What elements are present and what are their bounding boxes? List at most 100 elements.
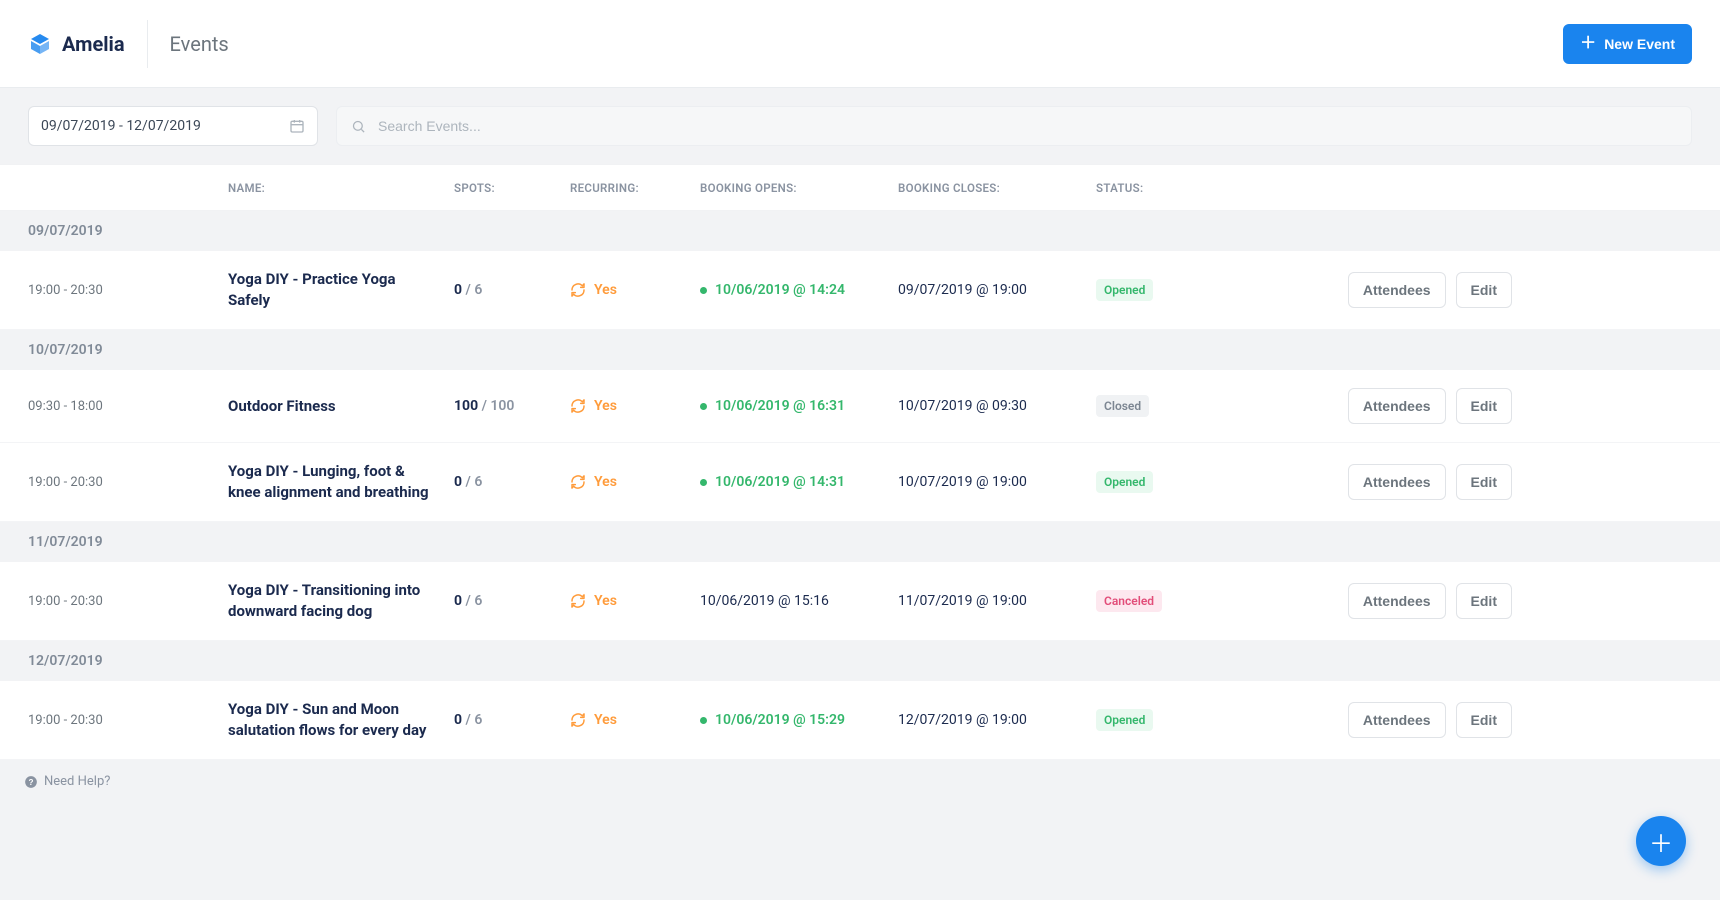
brand-name: Amelia	[62, 32, 125, 56]
event-status: Opened	[1096, 709, 1322, 731]
search-input-wrapper[interactable]	[336, 106, 1692, 146]
event-row[interactable]: 19:00 - 20:30Yoga DIY - Sun and Moon sal…	[0, 681, 1720, 760]
svg-text:?: ?	[29, 777, 34, 786]
live-dot-icon	[700, 479, 707, 486]
recurring-icon	[570, 282, 586, 298]
event-booking-opens: 10/06/2019 @ 16:31	[700, 398, 898, 414]
attendees-button[interactable]: Attendees	[1348, 388, 1446, 424]
event-status: Canceled	[1096, 590, 1322, 612]
edit-button[interactable]: Edit	[1456, 702, 1512, 738]
status-badge: Closed	[1096, 395, 1149, 417]
event-spots: 0 / 6	[454, 593, 570, 609]
status-badge: Opened	[1096, 279, 1153, 301]
plus-icon: ＋	[1580, 36, 1596, 52]
recurring-label: Yes	[594, 398, 617, 414]
event-row[interactable]: 19:00 - 20:30Yoga DIY - Transitioning in…	[0, 562, 1720, 641]
event-spots: 0 / 6	[454, 282, 570, 298]
col-spots: SPOTS:	[454, 181, 570, 195]
divider	[147, 20, 148, 68]
date-range-picker[interactable]: 09/07/2019 - 12/07/2019	[28, 106, 318, 146]
edit-button[interactable]: Edit	[1456, 388, 1512, 424]
event-time: 19:00 - 20:30	[28, 713, 228, 728]
date-group-header: 11/07/2019	[0, 522, 1720, 562]
date-group-header: 12/07/2019	[0, 641, 1720, 681]
new-event-button[interactable]: ＋ New Event	[1563, 24, 1692, 64]
recurring-icon	[570, 398, 586, 414]
need-help-link[interactable]: ? Need Help?	[0, 760, 1720, 789]
event-name: Yoga DIY - Practice Yoga Safely	[228, 269, 454, 311]
event-booking-opens: 10/06/2019 @ 15:16	[700, 593, 898, 609]
event-actions: Attendees Edit	[1322, 702, 1512, 738]
status-badge: Canceled	[1096, 590, 1162, 612]
event-time: 19:00 - 20:30	[28, 283, 228, 298]
date-range-value: 09/07/2019 - 12/07/2019	[41, 118, 201, 134]
col-booking-closes: BOOKING CLOSES:	[898, 181, 1096, 195]
search-input[interactable]	[376, 117, 1677, 135]
event-time: 19:00 - 20:30	[28, 594, 228, 609]
date-group-header: 09/07/2019	[0, 211, 1720, 251]
edit-button[interactable]: Edit	[1456, 583, 1512, 619]
event-recurring: Yes	[570, 593, 700, 609]
help-icon: ?	[24, 775, 38, 789]
event-status: Opened	[1096, 471, 1322, 493]
col-recurring: RECURRING:	[570, 181, 700, 195]
column-headers: NAME: SPOTS: RECURRING: BOOKING OPENS: B…	[0, 165, 1720, 211]
status-badge: Opened	[1096, 709, 1153, 731]
new-event-label: New Event	[1604, 36, 1675, 52]
event-name: Outdoor Fitness	[228, 396, 454, 417]
event-recurring: Yes	[570, 282, 700, 298]
event-booking-closes: 10/07/2019 @ 19:00	[898, 474, 1096, 490]
attendees-button[interactable]: Attendees	[1348, 272, 1446, 308]
event-booking-closes: 11/07/2019 @ 19:00	[898, 593, 1096, 609]
event-recurring: Yes	[570, 712, 700, 728]
calendar-icon	[289, 118, 305, 134]
event-spots: 0 / 6	[454, 712, 570, 728]
attendees-button[interactable]: Attendees	[1348, 702, 1446, 738]
edit-button[interactable]: Edit	[1456, 272, 1512, 308]
col-booking-opens: BOOKING OPENS:	[700, 181, 898, 195]
event-booking-opens: 10/06/2019 @ 14:31	[700, 474, 898, 490]
event-booking-closes: 10/07/2019 @ 09:30	[898, 398, 1096, 414]
event-booking-closes: 09/07/2019 @ 19:00	[898, 282, 1096, 298]
recurring-label: Yes	[594, 593, 617, 609]
edit-button[interactable]: Edit	[1456, 464, 1512, 500]
event-name: Yoga DIY - Transitioning into downward f…	[228, 580, 454, 622]
event-actions: Attendees Edit	[1322, 583, 1512, 619]
event-actions: Attendees Edit	[1322, 272, 1512, 308]
col-status: STATUS:	[1096, 181, 1322, 195]
event-time: 09:30 - 18:00	[28, 399, 228, 414]
live-dot-icon	[700, 403, 707, 410]
plus-icon: ＋	[1649, 824, 1673, 859]
event-status: Opened	[1096, 279, 1322, 301]
event-spots: 0 / 6	[454, 474, 570, 490]
page-title: Events	[170, 32, 229, 56]
need-help-label: Need Help?	[44, 774, 110, 789]
event-booking-opens: 10/06/2019 @ 15:29	[700, 712, 898, 728]
event-actions: Attendees Edit	[1322, 464, 1512, 500]
date-group-header: 10/07/2019	[0, 330, 1720, 370]
status-badge: Opened	[1096, 471, 1153, 493]
filters: 09/07/2019 - 12/07/2019	[0, 88, 1720, 164]
event-recurring: Yes	[570, 398, 700, 414]
event-name: Yoga DIY - Lunging, foot & knee alignmen…	[228, 461, 454, 503]
recurring-icon	[570, 593, 586, 609]
event-row[interactable]: 09:30 - 18:00Outdoor Fitness100 / 100Yes…	[0, 370, 1720, 443]
topbar: Amelia Events ＋ New Event	[0, 0, 1720, 88]
event-row[interactable]: 19:00 - 20:30Yoga DIY - Practice Yoga Sa…	[0, 251, 1720, 330]
event-row[interactable]: 19:00 - 20:30Yoga DIY - Lunging, foot & …	[0, 443, 1720, 522]
event-recurring: Yes	[570, 474, 700, 490]
attendees-button[interactable]: Attendees	[1348, 583, 1446, 619]
recurring-label: Yes	[594, 282, 617, 298]
attendees-button[interactable]: Attendees	[1348, 464, 1446, 500]
brand-logo-icon	[28, 32, 52, 56]
fab-add-button[interactable]: ＋	[1636, 816, 1686, 866]
event-booking-opens: 10/06/2019 @ 14:24	[700, 282, 898, 298]
brand: Amelia	[28, 32, 125, 56]
live-dot-icon	[700, 717, 707, 724]
recurring-icon	[570, 474, 586, 490]
event-status: Closed	[1096, 395, 1322, 417]
search-icon	[351, 119, 366, 134]
event-time: 19:00 - 20:30	[28, 475, 228, 490]
events-list: NAME: SPOTS: RECURRING: BOOKING OPENS: B…	[0, 164, 1720, 760]
event-actions: Attendees Edit	[1322, 388, 1512, 424]
